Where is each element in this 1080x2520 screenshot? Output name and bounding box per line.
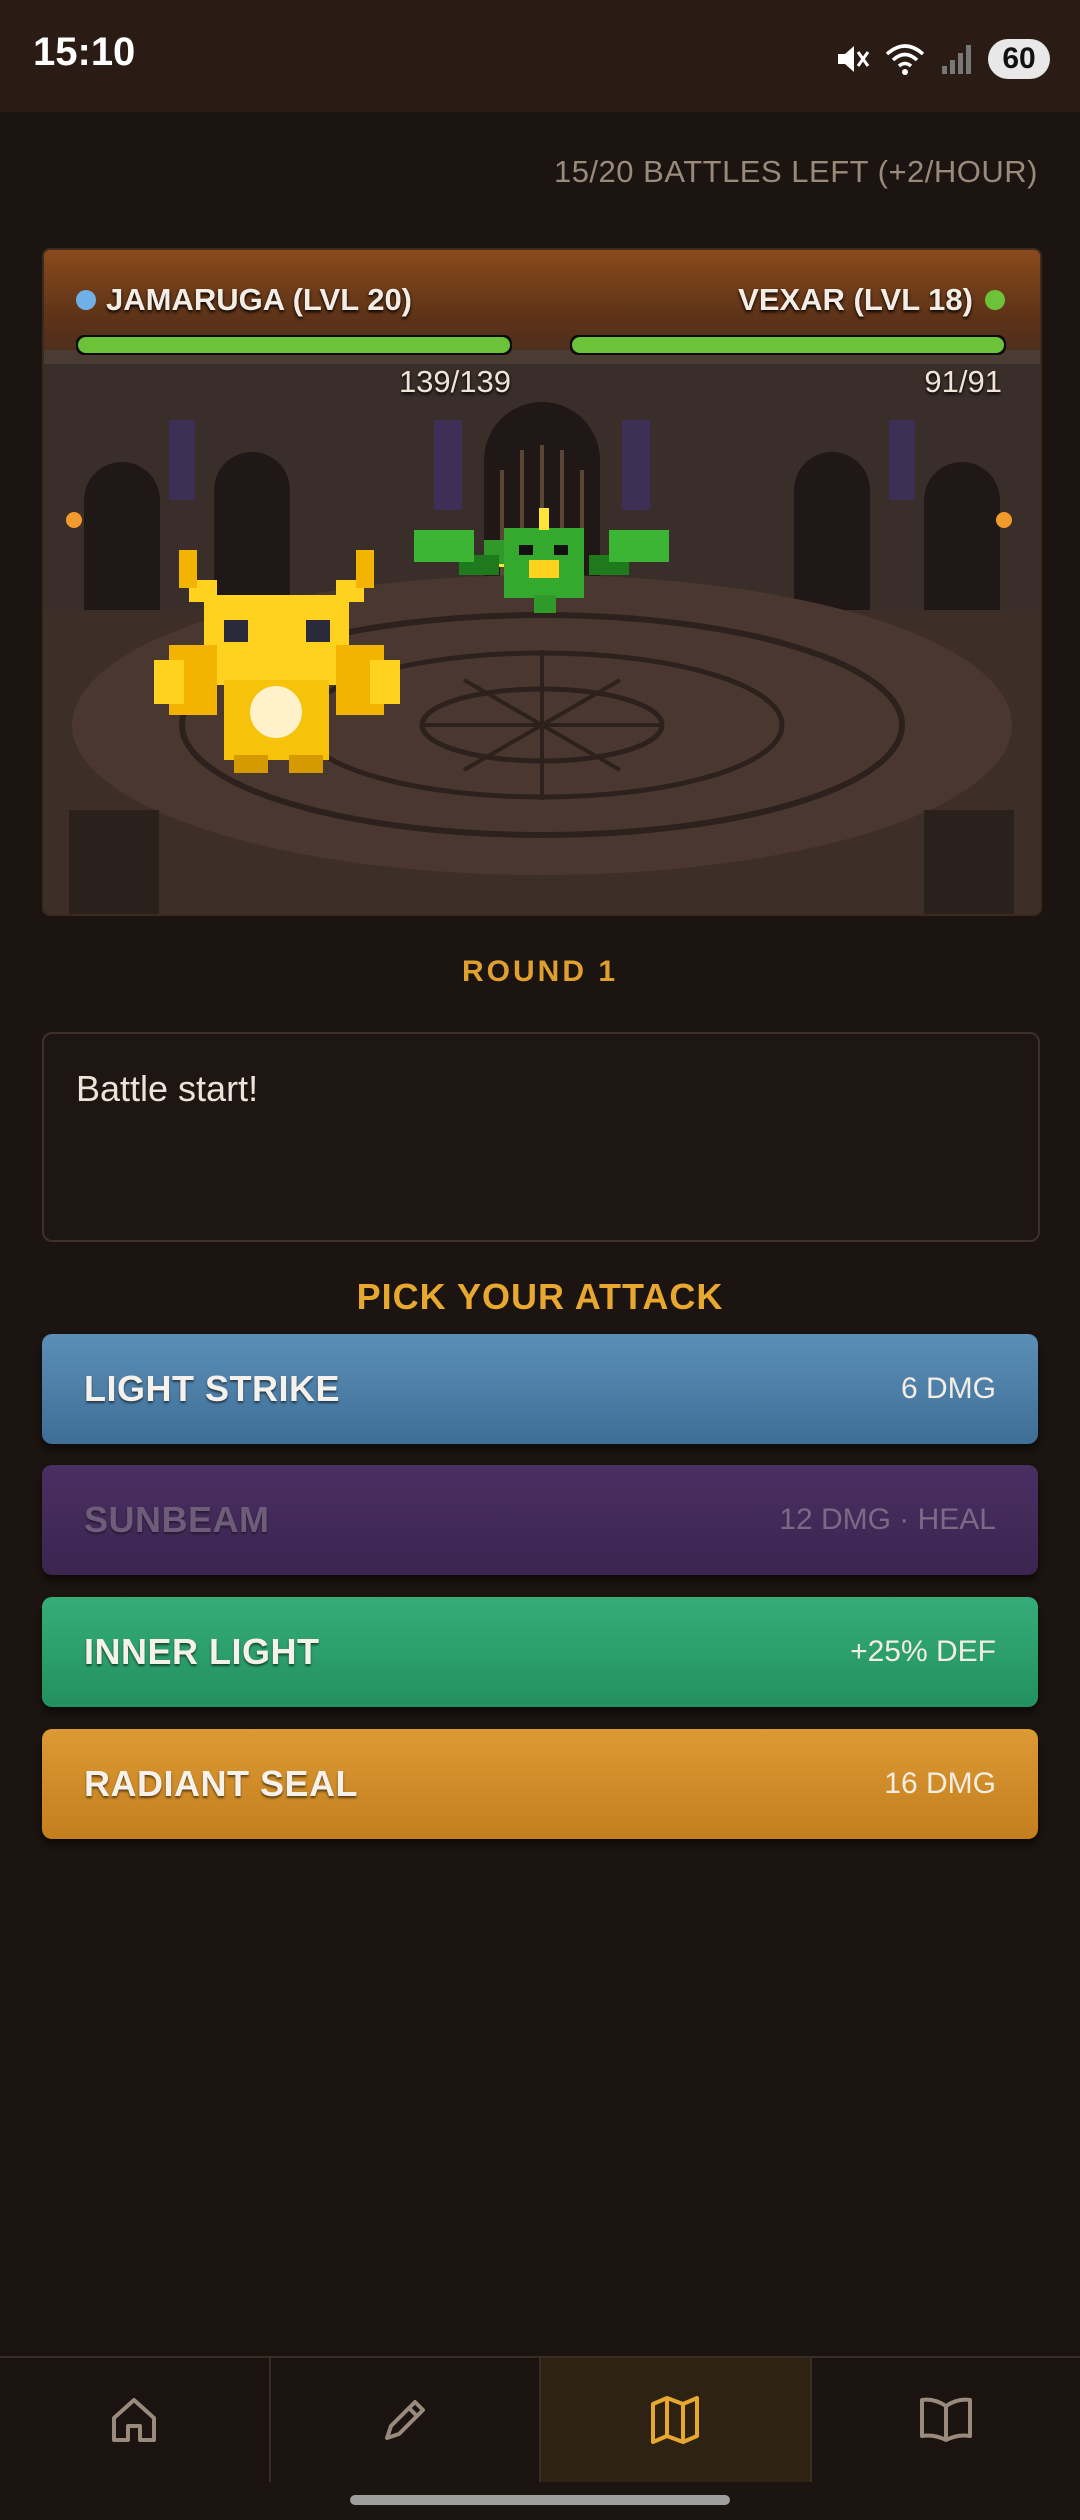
player-hp-fill bbox=[78, 337, 510, 353]
player-hp-bar bbox=[76, 335, 512, 355]
attack-stat: 16 DMG bbox=[884, 1767, 996, 1800]
enemy-hp-text: 91/91 bbox=[924, 364, 1002, 399]
battles-left-counter: 15/20 BATTLES LEFT (+2/HOUR) bbox=[553, 154, 1038, 189]
status-bar: 15:10 60 bbox=[0, 0, 1080, 112]
player-status-dot bbox=[76, 290, 96, 310]
enemy-hp-bar bbox=[570, 335, 1006, 355]
attack-button-sunbeam[interactable]: SUNBEAM 12 DMG · HEAL bbox=[42, 1465, 1038, 1575]
nav-book[interactable] bbox=[812, 2358, 1080, 2482]
enemy-status-dot bbox=[985, 290, 1005, 310]
attack-button-radiant-seal[interactable]: RADIANT SEAL 16 DMG bbox=[42, 1729, 1038, 1839]
status-icons: 60 bbox=[832, 32, 1050, 86]
status-time: 15:10 bbox=[33, 30, 136, 74]
enemy-name: VEXAR (LVL 18) bbox=[738, 282, 973, 317]
player-name: JAMARUGA (LVL 20) bbox=[106, 282, 413, 317]
player-hp-text: 139/139 bbox=[398, 364, 511, 399]
nav-map[interactable] bbox=[541, 2358, 812, 2482]
pick-attack-heading: PICK YOUR ATTACK bbox=[356, 1276, 724, 1317]
book-icon bbox=[919, 2397, 972, 2442]
battery-icon: 60 bbox=[988, 39, 1050, 79]
battle-log: Battle start! bbox=[42, 1032, 1040, 1242]
battle-log-text: Battle start! bbox=[76, 1068, 259, 1109]
wifi-icon bbox=[885, 44, 925, 75]
attack-name: SUNBEAM bbox=[84, 1499, 270, 1540]
attack-button-inner-light[interactable]: INNER LIGHT +25% DEF bbox=[42, 1597, 1038, 1707]
attack-stat: 6 DMG bbox=[900, 1372, 996, 1405]
attack-stat: +25% DEF bbox=[850, 1635, 996, 1668]
nav-edit[interactable] bbox=[271, 2358, 541, 2482]
home-indicator[interactable] bbox=[350, 2495, 730, 2505]
attack-name: INNER LIGHT bbox=[84, 1631, 320, 1672]
bottom-nav bbox=[0, 2356, 1080, 2482]
enemy-hp-fill bbox=[572, 337, 1004, 353]
mute-icon bbox=[838, 46, 870, 72]
attack-name: LIGHT STRIKE bbox=[84, 1368, 340, 1409]
round-label: ROUND 1 bbox=[461, 955, 618, 988]
signal-icon bbox=[942, 45, 971, 74]
attack-button-light-strike[interactable]: LIGHT STRIKE 6 DMG bbox=[42, 1334, 1038, 1444]
attack-stat: 12 DMG · HEAL bbox=[779, 1503, 996, 1536]
attack-name: RADIANT SEAL bbox=[84, 1763, 358, 1804]
nav-home[interactable] bbox=[0, 2358, 271, 2482]
pencil-icon bbox=[384, 2400, 425, 2440]
home-icon bbox=[112, 2398, 157, 2442]
map-icon bbox=[651, 2396, 700, 2444]
